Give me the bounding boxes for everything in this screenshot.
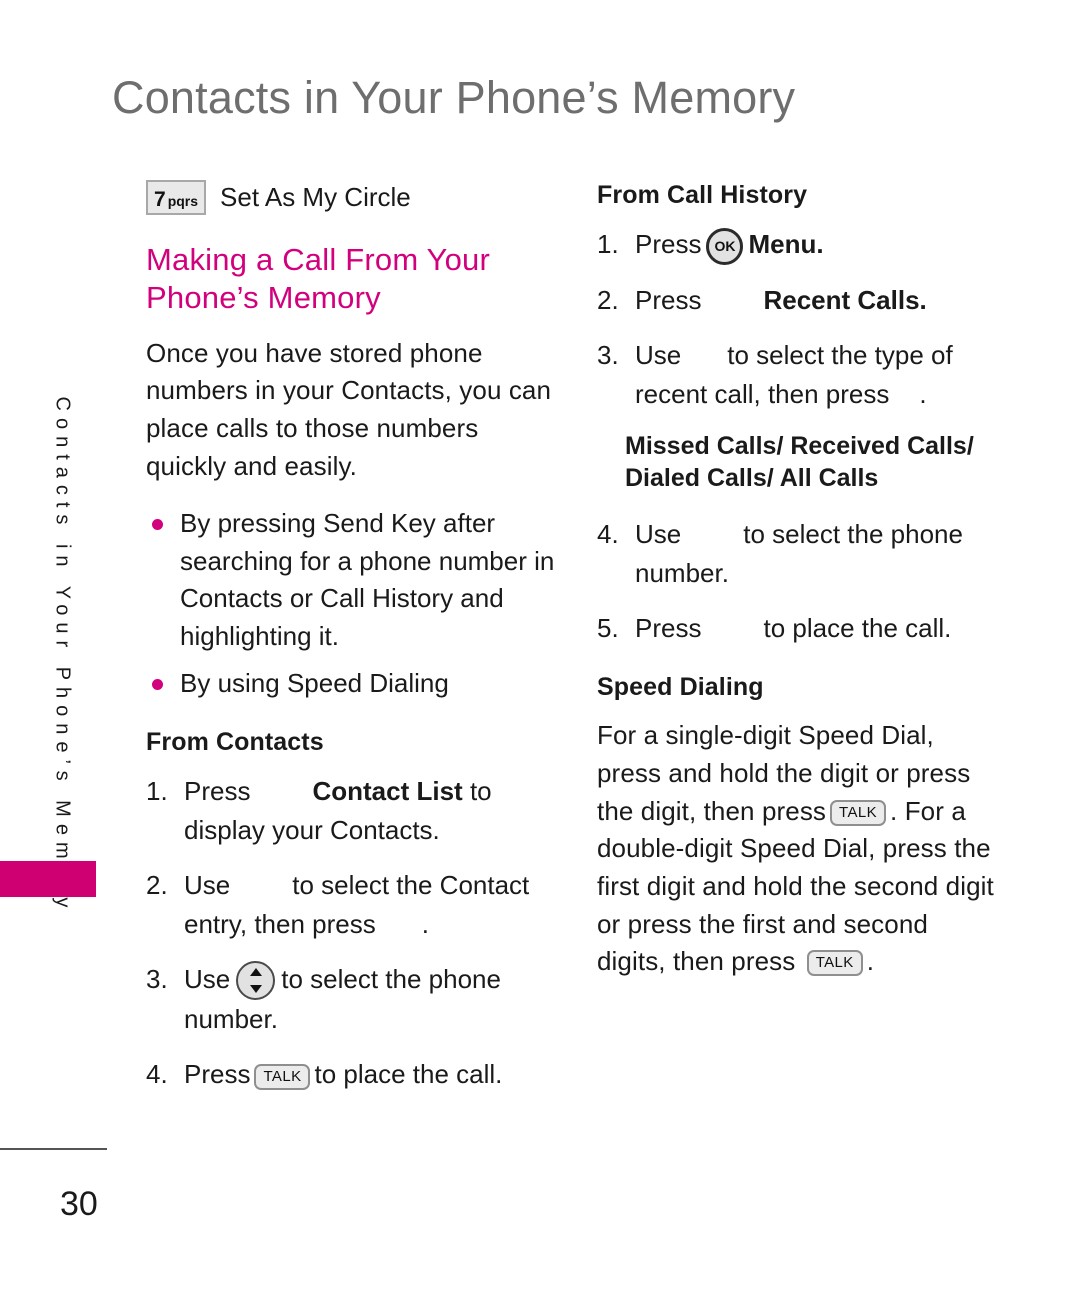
arrow-up-icon [249,968,262,977]
list-item: 5. Press to place the call. [597,609,997,648]
page-title: Contacts in Your Phone’s Memory [112,72,796,123]
list-item: 3. Use to select the phone number. [146,960,561,1040]
key-7-digit: 7 [154,188,166,211]
list-item: 1. Press OK Menu. [597,225,997,265]
step-pre: Use [184,963,231,994]
step-pre: Press [184,1059,251,1090]
ok-key-label: OK [714,238,736,255]
list-item: 1. Press Contact List to display your Cont… [146,772,561,850]
step-number: 3. [597,339,619,370]
from-call-history-steps-continued: 4. Use to select the phone number. 5. Press… [597,515,997,648]
step-bold: Recent Calls. [763,284,927,315]
speed-dialing-paragraph: For a single-digit Speed Dial, press and… [597,717,997,981]
right-column: From Call History 1. Press OK Menu. 2. Press… [597,180,997,1001]
call-types-label: Missed Calls/ Received Calls/ Dialed Cal… [625,431,974,493]
step-post: to select the phone number. [184,963,501,1035]
speed-dialing-text-3: . [866,946,875,977]
navigation-key-icon [236,961,276,1001]
step-post: to place the call. [314,1059,503,1090]
arrow-down-icon [249,985,262,994]
set-as-my-circle-row: 7 pqrs Set As My Circle [146,180,561,215]
step-number: 2. [146,869,168,900]
step-bold: Contact List [312,775,463,806]
from-contacts-steps: 1. Press Contact List to display your Cont… [146,772,561,1095]
step-number: 3. [146,963,168,994]
step-post: to select the type of recent call, then … [635,339,953,409]
talk-key-icon: TALK [830,799,887,826]
step-post: to place the call. [763,612,952,643]
footer-divider [0,1148,107,1150]
step-pre: Press [635,284,702,315]
key-7-pqrs-icon: 7 pqrs [146,180,207,215]
speed-dialing-heading: Speed Dialing [597,672,764,701]
from-contacts-heading: From Contacts [146,727,324,756]
step-number: 4. [146,1059,168,1090]
step-pre: Use [184,869,231,900]
step-number: 4. [597,518,619,549]
intro-paragraph: Once you have stored phone numbers in yo… [146,337,552,481]
list-item: By pressing Send Key after searching for… [146,505,561,655]
ok-key-icon: OK [706,227,744,265]
step-number: 5. [597,612,619,643]
list-item: 3. Use to select the type of recent call, … [597,336,997,414]
side-tab-marker [0,861,96,897]
step-post: to select the phone number. [635,518,963,588]
step-post: to select the Contact entry, then press [184,869,530,939]
list-item: 2. Press Recent Calls. [597,281,997,320]
side-tab-label: Contacts in Your Phone’s Memory [51,396,74,915]
list-item: 4. Press TALK to place the call. [146,1055,561,1094]
from-call-history-steps: 1. Press OK Menu. 2. Press Recent Calls. 3. Us… [597,225,997,414]
list-item: 2. Use to select the Contact entry, then p… [146,866,561,944]
left-column: 7 pqrs Set As My Circle Making a Call Fro… [146,180,561,1110]
methods-bullet-list: By pressing Send Key after searching for… [146,505,561,702]
talk-key-icon: TALK [254,1063,311,1090]
step-bold: Menu. [748,229,824,260]
step-number: 1. [597,229,619,260]
step-pre: Use [635,518,682,549]
step-pre: Use [635,339,682,370]
step-number: 2. [597,284,619,315]
making-a-call-heading: Making a Call From Your Phone’s Memory [146,242,491,315]
step-pre: Press [184,775,251,806]
key-7-letters: pqrs [167,193,199,209]
talk-key-icon: TALK [806,950,863,977]
list-item: By using Speed Dialing [146,665,561,702]
step-pre: Press [635,612,702,643]
list-item: 4. Use to select the phone number. [597,515,997,593]
from-call-history-heading: From Call History [597,181,808,209]
set-as-my-circle-label: Set As My Circle [220,182,411,212]
page-number: 30 [60,1185,98,1223]
step-number: 1. [146,775,168,806]
step-pre: Press [635,229,702,260]
